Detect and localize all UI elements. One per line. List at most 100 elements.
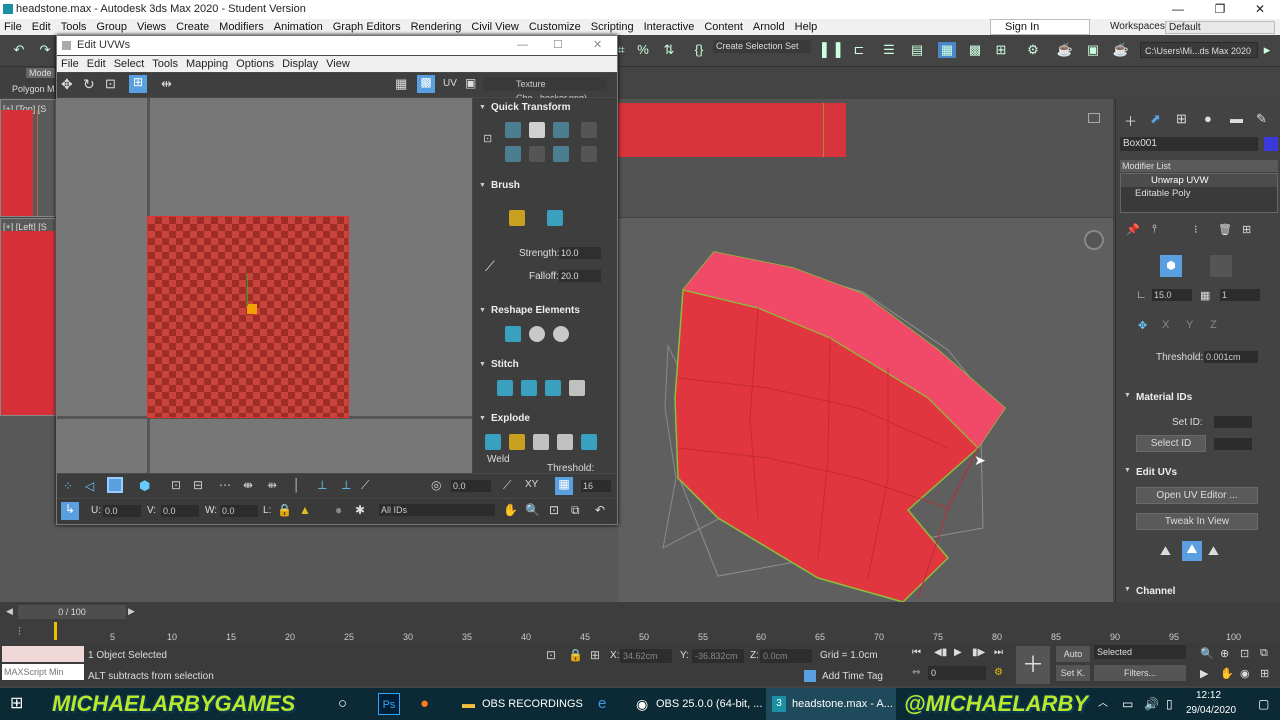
- open-uv-editor-button[interactable]: Open UV Editor ...: [1136, 487, 1258, 504]
- ribbon-mode-tab[interactable]: Mode: [26, 68, 55, 78]
- schematic-icon[interactable]: ▩: [966, 42, 984, 58]
- paint-select2-icon[interactable]: ⊥: [341, 478, 351, 492]
- menu-interactive[interactable]: Interactive: [639, 19, 700, 35]
- angle-spinner[interactable]: 15.0: [1152, 289, 1192, 301]
- rotate-plus-icon[interactable]: [553, 146, 569, 162]
- clock-time[interactable]: 12:12: [1196, 690, 1221, 701]
- stitch-target-icon[interactable]: [545, 380, 561, 396]
- uvw-menu-mapping[interactable]: Mapping: [182, 56, 232, 72]
- grid-snap-icon[interactable]: ▦: [555, 477, 573, 495]
- uvw-menu-view[interactable]: View: [322, 56, 354, 72]
- go-to-start-icon[interactable]: ⏮: [912, 647, 921, 658]
- tray-chevron-icon[interactable]: ︿: [1098, 688, 1108, 720]
- uv-label[interactable]: UV: [443, 78, 457, 89]
- motion-tab-icon[interactable]: ●: [1204, 111, 1212, 126]
- zoom-extents-icon[interactable]: ⧉: [571, 503, 580, 518]
- stitch-header[interactable]: Stitch: [475, 356, 607, 374]
- mirror-icon[interactable]: ▌▐: [822, 42, 840, 58]
- field-of-view-icon[interactable]: ▶: [1200, 667, 1208, 680]
- face-mode-icon[interactable]: [107, 477, 123, 493]
- zoom-region-icon[interactable]: ⊡: [549, 503, 559, 517]
- percent-snap-icon[interactable]: %: [634, 42, 652, 58]
- detach-icon[interactable]: [509, 434, 525, 450]
- align-vertical-icon[interactable]: [529, 122, 545, 138]
- obs-icon[interactable]: ◉: [636, 688, 648, 720]
- layer-explorer-icon[interactable]: ☰: [880, 42, 898, 58]
- menu-graph-editors[interactable]: Graph Editors: [328, 19, 406, 35]
- menu-civil-view[interactable]: Civil View: [466, 19, 523, 35]
- uvw-close-button[interactable]: ✕: [593, 36, 602, 55]
- time-config-icon[interactable]: ⇿: [912, 667, 920, 678]
- viewcube-icon[interactable]: [1084, 230, 1104, 250]
- play-icon[interactable]: ▶: [954, 647, 962, 658]
- straighten-icon[interactable]: [505, 326, 521, 342]
- taskbar-obs-recordings[interactable]: OBS RECORDINGS: [482, 688, 583, 720]
- loop-icon[interactable]: ⋯: [219, 478, 231, 492]
- menu-rendering[interactable]: Rendering: [406, 19, 467, 35]
- rotate-minus-icon[interactable]: [553, 122, 569, 138]
- material-id-dropdown[interactable]: All IDs: [379, 504, 495, 516]
- next-frame-icon[interactable]: ▮▶: [972, 647, 985, 658]
- zoom-icon[interactable]: 🔍: [525, 503, 540, 517]
- pelt-mode-icon[interactable]: ⛰: [1182, 541, 1202, 561]
- front-viewport[interactable]: [618, 99, 1113, 217]
- selection-lock-icon[interactable]: 🔒: [568, 648, 583, 662]
- cortana-icon[interactable]: ○: [338, 688, 347, 720]
- explode-header[interactable]: Explode: [475, 410, 607, 428]
- v-spinner[interactable]: 0.0: [161, 505, 199, 517]
- snap-toggle-icon[interactable]: ↶: [595, 503, 605, 517]
- soft-select-icon[interactable]: ◎: [431, 478, 441, 492]
- edit-uvs-header[interactable]: Edit UVs: [1120, 467, 1270, 478]
- stitch-average-icon[interactable]: [521, 380, 537, 396]
- break-icon[interactable]: [485, 434, 501, 450]
- named-selection-icon[interactable]: {}: [690, 42, 708, 58]
- clock-date[interactable]: 29/04/2020: [1186, 705, 1236, 716]
- y-coord-field[interactable]: -36.832cm: [692, 649, 744, 663]
- element-mode-icon[interactable]: ⬢: [139, 478, 150, 494]
- menu-arnold[interactable]: Arnold: [748, 19, 790, 35]
- relax-settings-icon[interactable]: [553, 326, 569, 342]
- relax-icon[interactable]: [529, 326, 545, 342]
- planar-icon[interactable]: ✥: [1138, 319, 1147, 332]
- align-linear-icon[interactable]: [529, 146, 545, 162]
- menu-tools[interactable]: Tools: [56, 19, 92, 35]
- prev-frame-icon[interactable]: ◀▮: [934, 647, 947, 658]
- align-vertical2-icon[interactable]: [505, 146, 521, 162]
- quick-transform-header[interactable]: Quick Transform: [475, 99, 607, 117]
- face-select-icon[interactable]: ⬢: [1160, 255, 1182, 277]
- relax-brush-icon[interactable]: [547, 210, 563, 226]
- z-coord-field[interactable]: 0.0cm: [760, 649, 812, 663]
- track-bar-icon[interactable]: ⫶: [18, 626, 21, 639]
- brush-header[interactable]: Brush: [475, 177, 607, 195]
- absolute-mode-transform-icon[interactable]: ⊞: [590, 648, 600, 662]
- firefox-icon[interactable]: ●: [420, 688, 429, 720]
- uv-canvas[interactable]: [57, 98, 472, 473]
- show-end-result-icon[interactable]: ⫯: [1152, 223, 1157, 236]
- make-unique-icon[interactable]: ⁝: [1194, 223, 1198, 236]
- undo-icon[interactable]: ↶: [10, 42, 28, 58]
- modifier-list-dropdown[interactable]: Modifier List: [1120, 160, 1278, 172]
- edge-mode-icon[interactable]: ◁: [85, 479, 94, 493]
- uvw-menu-edit[interactable]: Edit: [83, 56, 110, 72]
- isolate-icon[interactable]: ⊡: [546, 648, 556, 662]
- paint-move-icon[interactable]: [509, 210, 525, 226]
- soft-select-spinner[interactable]: 0.0: [451, 480, 491, 492]
- sign-in-dropdown[interactable]: Sign In: [990, 19, 1090, 35]
- menu-group[interactable]: Group: [91, 19, 132, 35]
- time-slider-left-icon[interactable]: ◀: [6, 606, 13, 617]
- falloff-curve-icon[interactable]: ⟋: [503, 478, 511, 493]
- project-path[interactable]: C:\Users\Mi...ds Max 2020: [1140, 42, 1258, 58]
- ribbon-polygon-tab[interactable]: Polygon M: [12, 84, 55, 94]
- checker-toggle-icon[interactable]: ▩: [417, 75, 435, 93]
- brush-select-icon[interactable]: ⟋: [361, 478, 369, 493]
- freeze-icon[interactable]: ✱: [355, 503, 365, 517]
- photoshop-icon[interactable]: Ps: [378, 693, 400, 715]
- quick-peel-icon[interactable]: ⛰: [1208, 543, 1219, 559]
- x-coord-field[interactable]: 34.62cm: [620, 649, 672, 663]
- utilities-tab-icon[interactable]: ✎: [1256, 111, 1267, 127]
- render-frame-icon[interactable]: ☕: [1056, 42, 1074, 58]
- stack-item-unwrap-uvw[interactable]: Unwrap UVW: [1121, 174, 1277, 187]
- object-color-swatch[interactable]: [1264, 137, 1278, 151]
- render-setup-icon[interactable]: ⚙: [1024, 42, 1042, 58]
- grid-toggle-icon[interactable]: ▦: [395, 76, 407, 92]
